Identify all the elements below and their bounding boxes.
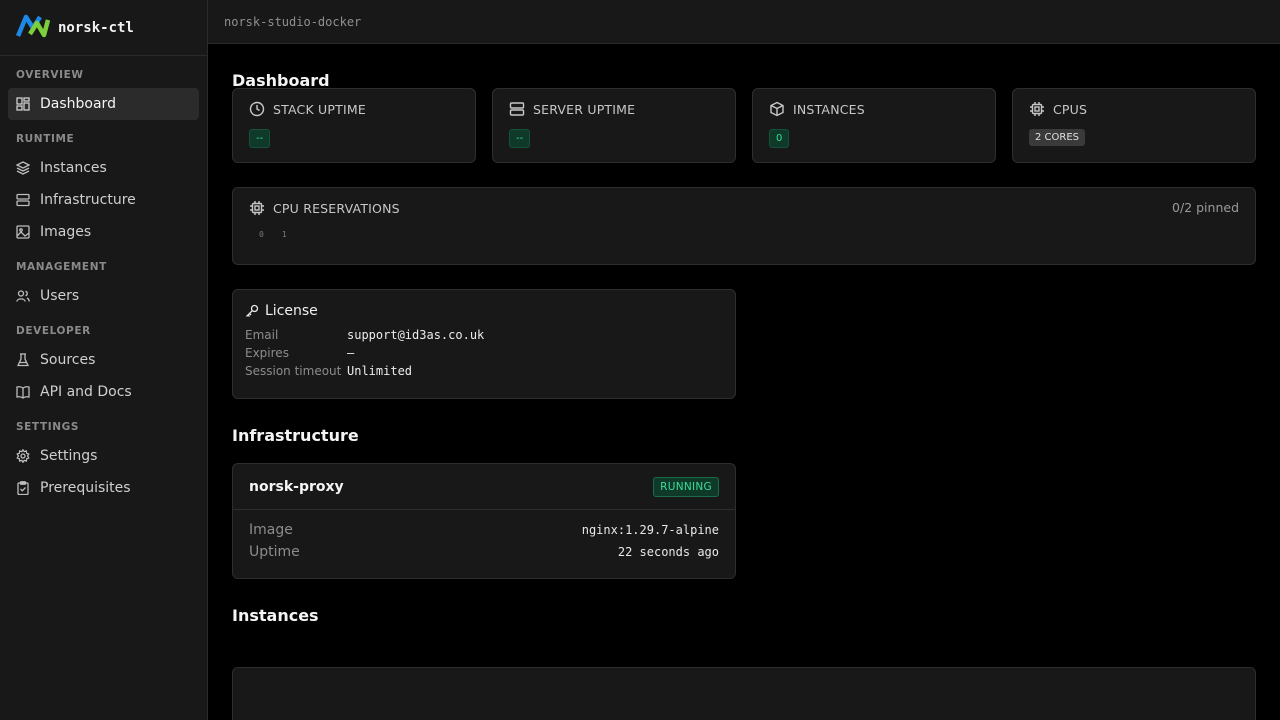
sidebar-item-label: Sources — [40, 352, 96, 368]
uptime-label: Uptime — [249, 544, 300, 560]
license-email: support@id3as.co.uk — [347, 328, 485, 342]
sidebar-item-settings[interactable]: Settings — [8, 440, 199, 472]
sidebar-item-label: Prerequisites — [40, 480, 131, 496]
brand[interactable]: norsk-ctl — [0, 0, 207, 56]
nav-section-developer: DEVELOPER Sources API and Docs — [0, 312, 207, 408]
app-name: norsk-ctl — [58, 19, 134, 36]
infrastructure-card[interactable]: norsk-proxy RUNNING Image nginx:1.29.7-a… — [232, 463, 736, 579]
license-session-timeout: Unlimited — [347, 364, 413, 378]
book-icon — [16, 386, 30, 399]
license-expires: — — [347, 346, 355, 360]
nav-heading: OVERVIEW — [16, 69, 84, 81]
stat-label: STACK UPTIME — [273, 101, 366, 117]
stack-name: norsk-studio-docker — [224, 14, 362, 29]
users-icon — [16, 290, 30, 302]
image-value: nginx:1.29.7-alpine — [581, 523, 719, 537]
stat-value-badge: -- — [249, 129, 271, 148]
nav-section-settings: SETTINGS Settings Prerequisites — [0, 408, 207, 504]
sidebar-item-instances[interactable]: Instances — [8, 152, 199, 184]
pinned-count: 0/2 pinned — [1172, 200, 1239, 215]
server-icon — [509, 102, 525, 116]
stat-card-server-uptime: SERVER UPTIME -- — [492, 88, 736, 163]
sidebar-item-infrastructure[interactable]: Infrastructure — [8, 184, 199, 216]
layers-icon — [16, 161, 30, 175]
key-icon — [246, 304, 259, 317]
status-badge: RUNNING — [653, 476, 719, 497]
cpu-reservations-card: CPU RESERVATIONS 0/2 pinned 0 1 — [232, 187, 1256, 265]
sidebar-item-label: Infrastructure — [40, 192, 136, 208]
sidebar-item-label: Users — [40, 288, 80, 304]
sidebar-item-label: Settings — [40, 448, 98, 464]
nav-heading: MANAGEMENT — [16, 261, 107, 273]
cpu-icon — [250, 201, 264, 215]
sidebar-item-prerequisites[interactable]: Prerequisites — [8, 472, 199, 504]
dashboard-icon — [16, 97, 30, 111]
image-icon — [16, 225, 30, 239]
sidebar-item-label: API and Docs — [40, 384, 132, 400]
sidebar-item-users[interactable]: Users — [8, 280, 199, 312]
main-content: norsk-studio-docker Dashboard STACK UPTI… — [208, 0, 1280, 720]
instances-card — [232, 667, 1256, 720]
sidebar-item-images[interactable]: Images — [8, 216, 199, 248]
stat-value-badge: 0 — [769, 129, 790, 148]
stat-card-cpus: CPUS 2 CORES — [1012, 88, 1256, 163]
license-details: Email support@id3as.co.uk Expires — Sess… — [245, 328, 723, 378]
sidebar-item-sources[interactable]: Sources — [8, 344, 199, 376]
stat-label: INSTANCES — [793, 101, 865, 117]
cpu-icon — [1030, 102, 1044, 116]
topbar: norsk-studio-docker — [208, 0, 1280, 44]
core-label[interactable]: 1 — [282, 230, 287, 239]
license-key: Session timeout — [245, 364, 342, 378]
instances-heading: Instances — [232, 606, 319, 625]
core-label[interactable]: 0 — [259, 230, 264, 239]
stat-label: SERVER UPTIME — [533, 101, 636, 117]
cpu-reservations-label: CPU RESERVATIONS — [273, 200, 400, 216]
norsk-logo-icon — [15, 14, 51, 42]
service-name: norsk-proxy — [249, 478, 344, 495]
stat-card-stack-uptime: STACK UPTIME -- — [232, 88, 476, 163]
image-label: Image — [249, 522, 293, 538]
infrastructure-heading: Infrastructure — [232, 426, 359, 445]
stat-value-badge: -- — [509, 129, 531, 148]
license-card: License Email support@id3as.co.uk Expire… — [232, 289, 736, 399]
core-list: 0 1 — [249, 230, 1239, 239]
flask-icon — [16, 353, 30, 367]
sidebar-item-dashboard[interactable]: Dashboard — [8, 88, 199, 120]
uptime-value: 22 seconds ago — [617, 545, 719, 559]
sidebar-item-label: Dashboard — [40, 96, 116, 112]
server-icon — [16, 193, 30, 207]
stat-value-badge: 2 CORES — [1029, 129, 1086, 146]
sidebar-item-api-and-docs[interactable]: API and Docs — [8, 376, 199, 408]
nav-heading: RUNTIME — [16, 133, 75, 145]
cube-icon — [770, 101, 784, 117]
license-key: Email — [245, 328, 279, 342]
nav-section-management: MANAGEMENT Users — [0, 248, 207, 312]
gear-icon — [16, 449, 30, 463]
nav-section-runtime: RUNTIME Instances Infrastructure Images — [0, 120, 207, 248]
stat-label: CPUS — [1053, 101, 1088, 117]
nav-section-overview: OVERVIEW Dashboard — [0, 56, 207, 120]
nav-heading: DEVELOPER — [16, 325, 91, 337]
clock-icon — [249, 101, 265, 117]
nav-heading: SETTINGS — [16, 421, 79, 433]
sidebar-item-label: Instances — [40, 160, 107, 176]
license-title: License — [265, 303, 318, 319]
stat-card-instances: INSTANCES 0 — [752, 88, 996, 163]
sidebar-item-label: Images — [40, 224, 92, 240]
license-key: Expires — [245, 346, 289, 360]
sidebar: norsk-ctl OVERVIEW Dashboard RUNTIME Ins… — [0, 0, 208, 720]
clipboard-icon — [17, 481, 29, 495]
